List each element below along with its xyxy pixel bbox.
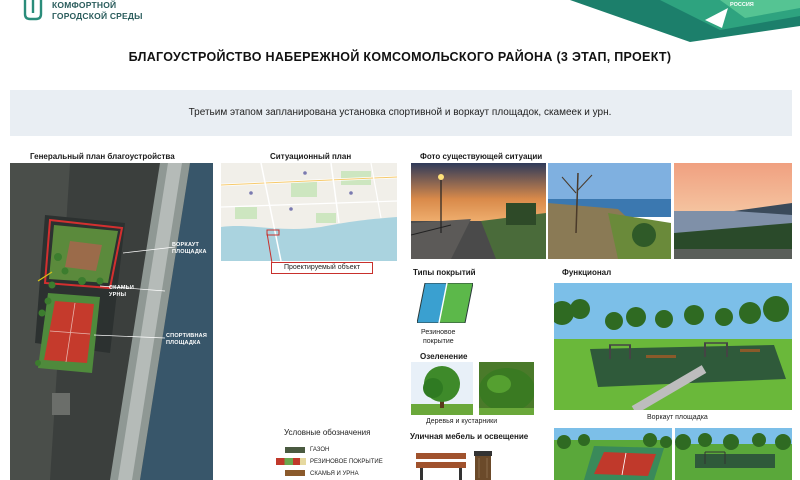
rubber-caption-1: Резиновое xyxy=(421,329,456,336)
callout-sport: СПОРТИВНАЯ ПЛОЩАДКА xyxy=(166,333,207,346)
legend-bench: СКАМЬЯ И УРНА xyxy=(310,471,359,477)
logo-line-1: КОМФОРТНОЙ xyxy=(52,0,117,10)
situation-plan-label: Ситуационный план xyxy=(270,152,352,161)
logo-line-2: ГОРОДСКОЙ СРЕДЫ xyxy=(52,11,143,21)
callout-workout: ВОРКАУТ ПЛОЩАДКА xyxy=(172,242,207,255)
callout-bench: СКАМЬИ УРНЫ xyxy=(109,285,134,298)
map-leader-line xyxy=(266,233,273,264)
general-plan-label: Генеральный план благоустройства xyxy=(30,152,175,161)
furniture-label: Уличная мебель и освещение xyxy=(410,432,529,441)
photo-riverbank-day xyxy=(548,163,671,259)
callout-bench-1: СКАМЬИ xyxy=(109,285,134,291)
legend-title: Условные обозначения xyxy=(284,428,371,437)
projected-object-label: Проектируемый объект xyxy=(271,262,373,274)
callout-sport-1: СПОРТИВНАЯ xyxy=(166,333,207,339)
legend-swatch-rubber xyxy=(276,458,306,465)
general-plan-image xyxy=(10,163,213,480)
coverings-label: Типы покрытий xyxy=(413,268,476,277)
urn-image xyxy=(474,451,492,480)
landscaping-caption: Деревья и кустарники xyxy=(426,418,498,425)
landscaping-label: Озеленение xyxy=(420,352,468,361)
page-title: БЛАГОУСТРОЙСТВО НАБЕРЕЖНОЙ КОМСОМОЛЬСКОГ… xyxy=(128,50,672,64)
functional-label: Функционал xyxy=(562,268,612,277)
logo-icon xyxy=(23,0,43,21)
callout-sport-2: ПЛОЩАДКА xyxy=(166,339,201,346)
workout-render-2 xyxy=(675,428,792,480)
rubber-caption-2: покрытие xyxy=(423,338,454,345)
tree-photo xyxy=(411,362,473,415)
photos-label: Фото существующей ситуации xyxy=(420,152,543,161)
legend-rubber: РЕЗИНОВОЕ ПОКРЫТИЕ xyxy=(310,459,383,465)
bench-image xyxy=(416,453,466,480)
legend-swatch-bench xyxy=(285,470,305,476)
photo-sunset-shore xyxy=(674,163,792,259)
corner-text: РОССИЯ xyxy=(730,2,754,8)
shrubs-photo xyxy=(479,362,534,415)
workout-render xyxy=(554,283,792,410)
functional-caption: Воркаут площадка xyxy=(647,414,708,421)
corner-decoration: РОССИЯ xyxy=(570,0,800,42)
logo-text: КОМФОРТНОЙ ГОРОДСКОЙ СРЕДЫ xyxy=(52,0,143,22)
legend-lawn: ГАЗОН xyxy=(310,447,330,453)
callout-bench-2: УРНЫ xyxy=(109,291,127,298)
photo-embankment-evening xyxy=(411,163,546,259)
rubber-covering-image xyxy=(417,283,473,323)
situation-map-image xyxy=(221,163,397,261)
intro-text: Третьим этапом запланирована установка с… xyxy=(188,107,612,118)
sport-court-render xyxy=(554,428,672,480)
callout-workout-2: ПЛОЩАДКА xyxy=(172,248,207,255)
legend-swatch-lawn xyxy=(285,447,305,453)
